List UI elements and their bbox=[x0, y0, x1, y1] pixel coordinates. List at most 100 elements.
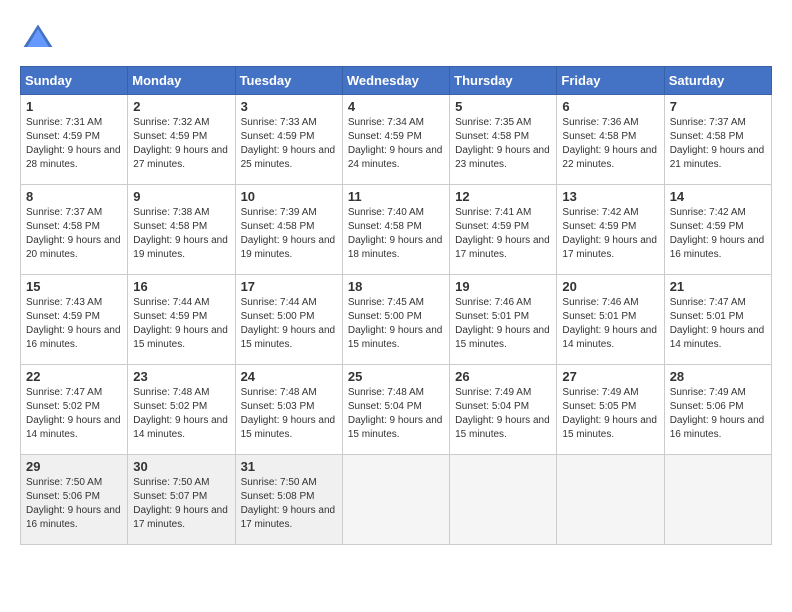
day-info: Sunrise: 7:34 AMSunset: 4:59 PMDaylight:… bbox=[348, 117, 443, 170]
calendar-cell: 24 Sunrise: 7:48 AMSunset: 5:03 PMDaylig… bbox=[235, 365, 342, 455]
calendar-cell: 9 Sunrise: 7:38 AMSunset: 4:58 PMDayligh… bbox=[128, 185, 235, 275]
calendar-cell: 7 Sunrise: 7:37 AMSunset: 4:58 PMDayligh… bbox=[664, 95, 771, 185]
day-number: 15 bbox=[26, 279, 122, 294]
logo-icon bbox=[20, 20, 56, 56]
calendar-cell: 8 Sunrise: 7:37 AMSunset: 4:58 PMDayligh… bbox=[21, 185, 128, 275]
calendar-cell: 10 Sunrise: 7:39 AMSunset: 4:58 PMDaylig… bbox=[235, 185, 342, 275]
day-number: 31 bbox=[241, 459, 337, 474]
calendar-cell: 27 Sunrise: 7:49 AMSunset: 5:05 PMDaylig… bbox=[557, 365, 664, 455]
calendar-cell: 25 Sunrise: 7:48 AMSunset: 5:04 PMDaylig… bbox=[342, 365, 449, 455]
day-number: 2 bbox=[133, 99, 229, 114]
day-number: 26 bbox=[455, 369, 551, 384]
calendar-cell: 13 Sunrise: 7:42 AMSunset: 4:59 PMDaylig… bbox=[557, 185, 664, 275]
day-info: Sunrise: 7:47 AMSunset: 5:02 PMDaylight:… bbox=[26, 387, 121, 440]
day-info: Sunrise: 7:45 AMSunset: 5:00 PMDaylight:… bbox=[348, 297, 443, 350]
day-number: 17 bbox=[241, 279, 337, 294]
calendar-cell: 16 Sunrise: 7:44 AMSunset: 4:59 PMDaylig… bbox=[128, 275, 235, 365]
day-number: 28 bbox=[670, 369, 766, 384]
day-number: 24 bbox=[241, 369, 337, 384]
calendar-cell bbox=[664, 455, 771, 545]
day-number: 1 bbox=[26, 99, 122, 114]
day-info: Sunrise: 7:48 AMSunset: 5:03 PMDaylight:… bbox=[241, 387, 336, 440]
calendar-header-row: SundayMondayTuesdayWednesdayThursdayFrid… bbox=[21, 67, 772, 95]
day-info: Sunrise: 7:44 AMSunset: 5:00 PMDaylight:… bbox=[241, 297, 336, 350]
day-number: 16 bbox=[133, 279, 229, 294]
day-info: Sunrise: 7:31 AMSunset: 4:59 PMDaylight:… bbox=[26, 117, 121, 170]
calendar-week-row: 22 Sunrise: 7:47 AMSunset: 5:02 PMDaylig… bbox=[21, 365, 772, 455]
day-number: 10 bbox=[241, 189, 337, 204]
day-number: 3 bbox=[241, 99, 337, 114]
calendar-cell: 17 Sunrise: 7:44 AMSunset: 5:00 PMDaylig… bbox=[235, 275, 342, 365]
day-info: Sunrise: 7:49 AMSunset: 5:05 PMDaylight:… bbox=[562, 387, 657, 440]
day-number: 29 bbox=[26, 459, 122, 474]
day-info: Sunrise: 7:44 AMSunset: 4:59 PMDaylight:… bbox=[133, 297, 228, 350]
day-number: 9 bbox=[133, 189, 229, 204]
day-number: 4 bbox=[348, 99, 444, 114]
day-info: Sunrise: 7:50 AMSunset: 5:07 PMDaylight:… bbox=[133, 477, 228, 530]
calendar-cell: 18 Sunrise: 7:45 AMSunset: 5:00 PMDaylig… bbox=[342, 275, 449, 365]
calendar-cell: 20 Sunrise: 7:46 AMSunset: 5:01 PMDaylig… bbox=[557, 275, 664, 365]
day-header-tuesday: Tuesday bbox=[235, 67, 342, 95]
day-info: Sunrise: 7:46 AMSunset: 5:01 PMDaylight:… bbox=[455, 297, 550, 350]
day-info: Sunrise: 7:38 AMSunset: 4:58 PMDaylight:… bbox=[133, 207, 228, 260]
day-number: 13 bbox=[562, 189, 658, 204]
calendar-week-row: 1 Sunrise: 7:31 AMSunset: 4:59 PMDayligh… bbox=[21, 95, 772, 185]
day-info: Sunrise: 7:50 AMSunset: 5:08 PMDaylight:… bbox=[241, 477, 336, 530]
calendar-cell: 12 Sunrise: 7:41 AMSunset: 4:59 PMDaylig… bbox=[450, 185, 557, 275]
day-number: 11 bbox=[348, 189, 444, 204]
logo bbox=[20, 20, 62, 56]
day-info: Sunrise: 7:41 AMSunset: 4:59 PMDaylight:… bbox=[455, 207, 550, 260]
page-header bbox=[20, 20, 772, 56]
calendar-cell: 28 Sunrise: 7:49 AMSunset: 5:06 PMDaylig… bbox=[664, 365, 771, 455]
calendar-cell: 2 Sunrise: 7:32 AMSunset: 4:59 PMDayligh… bbox=[128, 95, 235, 185]
calendar-week-row: 29 Sunrise: 7:50 AMSunset: 5:06 PMDaylig… bbox=[21, 455, 772, 545]
calendar-cell bbox=[557, 455, 664, 545]
day-info: Sunrise: 7:37 AMSunset: 4:58 PMDaylight:… bbox=[26, 207, 121, 260]
day-number: 5 bbox=[455, 99, 551, 114]
calendar-table: SundayMondayTuesdayWednesdayThursdayFrid… bbox=[20, 66, 772, 545]
calendar-cell: 11 Sunrise: 7:40 AMSunset: 4:58 PMDaylig… bbox=[342, 185, 449, 275]
calendar-cell: 30 Sunrise: 7:50 AMSunset: 5:07 PMDaylig… bbox=[128, 455, 235, 545]
day-number: 25 bbox=[348, 369, 444, 384]
calendar-cell: 19 Sunrise: 7:46 AMSunset: 5:01 PMDaylig… bbox=[450, 275, 557, 365]
day-info: Sunrise: 7:47 AMSunset: 5:01 PMDaylight:… bbox=[670, 297, 765, 350]
day-info: Sunrise: 7:32 AMSunset: 4:59 PMDaylight:… bbox=[133, 117, 228, 170]
day-header-thursday: Thursday bbox=[450, 67, 557, 95]
day-number: 19 bbox=[455, 279, 551, 294]
calendar-cell: 21 Sunrise: 7:47 AMSunset: 5:01 PMDaylig… bbox=[664, 275, 771, 365]
calendar-cell: 6 Sunrise: 7:36 AMSunset: 4:58 PMDayligh… bbox=[557, 95, 664, 185]
day-header-friday: Friday bbox=[557, 67, 664, 95]
day-info: Sunrise: 7:42 AMSunset: 4:59 PMDaylight:… bbox=[562, 207, 657, 260]
calendar-cell: 14 Sunrise: 7:42 AMSunset: 4:59 PMDaylig… bbox=[664, 185, 771, 275]
day-info: Sunrise: 7:37 AMSunset: 4:58 PMDaylight:… bbox=[670, 117, 765, 170]
calendar-week-row: 15 Sunrise: 7:43 AMSunset: 4:59 PMDaylig… bbox=[21, 275, 772, 365]
day-number: 20 bbox=[562, 279, 658, 294]
day-header-saturday: Saturday bbox=[664, 67, 771, 95]
day-info: Sunrise: 7:35 AMSunset: 4:58 PMDaylight:… bbox=[455, 117, 550, 170]
calendar-cell: 31 Sunrise: 7:50 AMSunset: 5:08 PMDaylig… bbox=[235, 455, 342, 545]
calendar-cell: 1 Sunrise: 7:31 AMSunset: 4:59 PMDayligh… bbox=[21, 95, 128, 185]
calendar-cell: 26 Sunrise: 7:49 AMSunset: 5:04 PMDaylig… bbox=[450, 365, 557, 455]
calendar-cell: 4 Sunrise: 7:34 AMSunset: 4:59 PMDayligh… bbox=[342, 95, 449, 185]
day-info: Sunrise: 7:50 AMSunset: 5:06 PMDaylight:… bbox=[26, 477, 121, 530]
day-number: 8 bbox=[26, 189, 122, 204]
calendar-cell: 22 Sunrise: 7:47 AMSunset: 5:02 PMDaylig… bbox=[21, 365, 128, 455]
calendar-week-row: 8 Sunrise: 7:37 AMSunset: 4:58 PMDayligh… bbox=[21, 185, 772, 275]
day-info: Sunrise: 7:33 AMSunset: 4:59 PMDaylight:… bbox=[241, 117, 336, 170]
calendar-cell: 5 Sunrise: 7:35 AMSunset: 4:58 PMDayligh… bbox=[450, 95, 557, 185]
day-info: Sunrise: 7:39 AMSunset: 4:58 PMDaylight:… bbox=[241, 207, 336, 260]
day-info: Sunrise: 7:48 AMSunset: 5:04 PMDaylight:… bbox=[348, 387, 443, 440]
day-info: Sunrise: 7:40 AMSunset: 4:58 PMDaylight:… bbox=[348, 207, 443, 260]
day-info: Sunrise: 7:46 AMSunset: 5:01 PMDaylight:… bbox=[562, 297, 657, 350]
day-number: 12 bbox=[455, 189, 551, 204]
day-info: Sunrise: 7:48 AMSunset: 5:02 PMDaylight:… bbox=[133, 387, 228, 440]
day-number: 21 bbox=[670, 279, 766, 294]
day-number: 6 bbox=[562, 99, 658, 114]
day-info: Sunrise: 7:36 AMSunset: 4:58 PMDaylight:… bbox=[562, 117, 657, 170]
day-number: 30 bbox=[133, 459, 229, 474]
day-header-sunday: Sunday bbox=[21, 67, 128, 95]
day-header-wednesday: Wednesday bbox=[342, 67, 449, 95]
day-info: Sunrise: 7:49 AMSunset: 5:04 PMDaylight:… bbox=[455, 387, 550, 440]
calendar-cell bbox=[450, 455, 557, 545]
day-number: 23 bbox=[133, 369, 229, 384]
